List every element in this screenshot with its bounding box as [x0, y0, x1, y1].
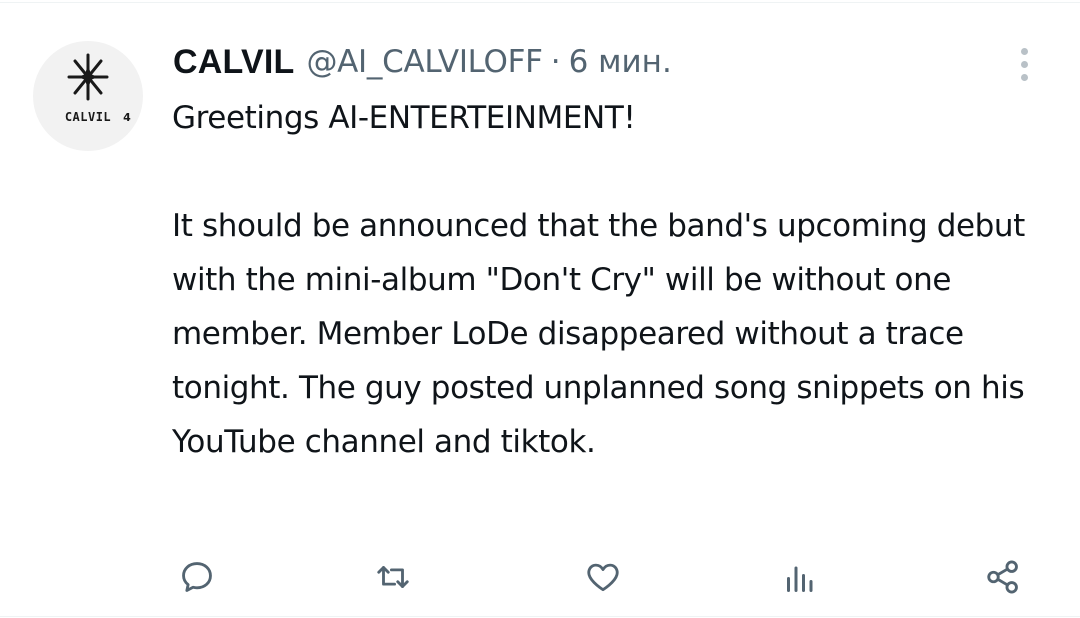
bar-chart-icon [787, 566, 813, 592]
author-display-name[interactable]: CALVIL [173, 43, 294, 82]
more-dot [1021, 48, 1028, 55]
more-dot [1021, 74, 1028, 81]
bottom-divider [0, 616, 1080, 617]
tweet-actions [0, 548, 1080, 604]
views-button[interactable] [774, 552, 824, 602]
share-button[interactable] [978, 552, 1028, 602]
top-divider [0, 2, 1080, 3]
speech-bubble-icon [182, 562, 212, 592]
retweet-icon [377, 566, 409, 588]
share-nodes-icon [987, 560, 1018, 594]
calvil-logo-icon: CALVIL 4 [65, 53, 131, 124]
heart-icon [587, 563, 619, 592]
svg-text:CALVIL: CALVIL [65, 110, 111, 124]
separator-dot: · [550, 44, 561, 80]
svg-text:4: 4 [123, 111, 131, 124]
tweet-text: Greetings AI-ENTERTEINMENT! It should be… [172, 100, 1025, 460]
tweet-timestamp[interactable]: 6 мин. [569, 44, 672, 80]
retweet-button[interactable] [368, 552, 418, 602]
author-handle[interactable]: @AI_CALVILOFF [306, 44, 543, 80]
more-dot [1021, 61, 1028, 68]
more-options-icon[interactable] [1010, 44, 1040, 84]
avatar[interactable]: CALVIL 4 [33, 41, 143, 151]
like-button[interactable] [578, 552, 628, 602]
reply-button[interactable] [172, 552, 222, 602]
tweet-header: CALVIL @AI_CALVILOFF · 6 мин. [173, 40, 672, 84]
